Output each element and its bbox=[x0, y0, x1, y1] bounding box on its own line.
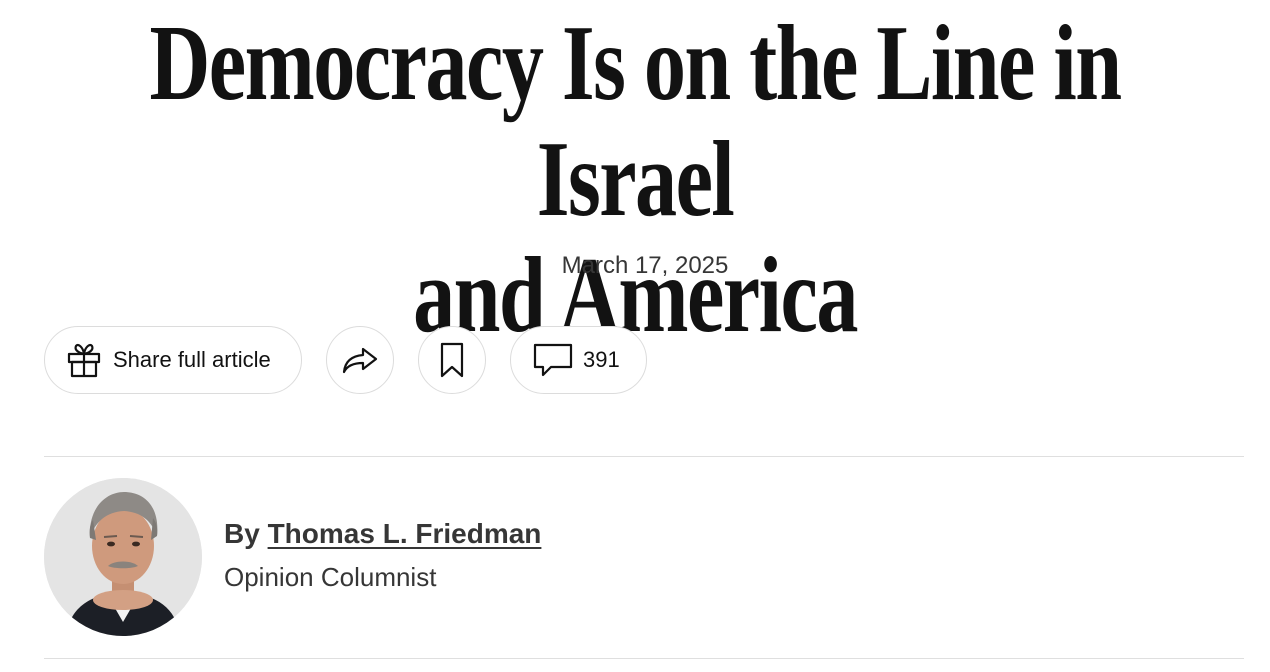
divider-top bbox=[44, 456, 1244, 457]
comments-count: 391 bbox=[583, 347, 620, 372]
comment-bubble-icon bbox=[533, 342, 573, 378]
author-link[interactable]: Thomas L. Friedman bbox=[268, 518, 542, 549]
share-arrow-icon bbox=[341, 345, 379, 375]
author-avatar[interactable] bbox=[44, 478, 202, 636]
divider-bottom bbox=[44, 658, 1244, 659]
publish-date: March 17, 2025 bbox=[561, 252, 729, 279]
share-full-article-button[interactable]: Share full article bbox=[44, 326, 302, 394]
comments-button[interactable]: 391 bbox=[510, 326, 647, 394]
gift-icon bbox=[65, 341, 103, 379]
article-headline: Democracy Is on the Line in Israel and A… bbox=[140, 0, 1131, 354]
byline: By Thomas L. Friedman bbox=[224, 518, 541, 550]
bookmark-icon bbox=[439, 342, 465, 378]
article-toolbar: Share full article 391 bbox=[44, 326, 647, 394]
author-role: Opinion Columnist bbox=[224, 562, 437, 592]
headline-line-1: Democracy Is on the Line in Israel bbox=[149, 4, 1122, 239]
share-full-article-label: Share full article bbox=[113, 347, 271, 372]
share-button[interactable] bbox=[326, 326, 394, 394]
byline-prefix: By bbox=[224, 518, 260, 549]
save-button[interactable] bbox=[418, 326, 486, 394]
